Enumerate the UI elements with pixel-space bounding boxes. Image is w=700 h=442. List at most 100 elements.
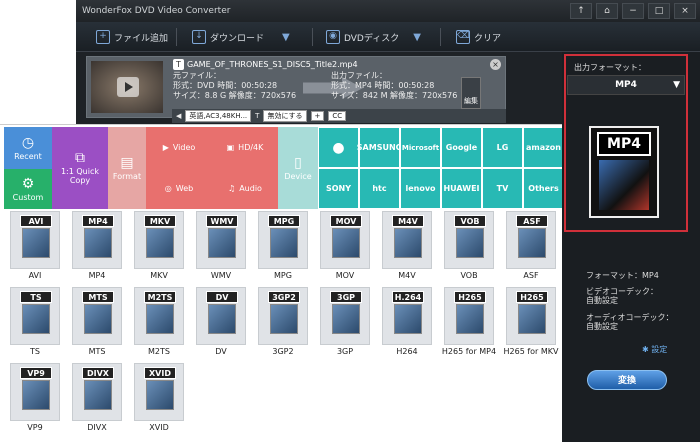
format-item-m4v[interactable]: M4V M4V [376,211,438,285]
chevron-down-icon[interactable]: ▼ [282,32,290,43]
format-label: MKV [150,271,168,280]
copy-icon: ⧉ [75,150,85,166]
format-icon-box: M4V [382,211,432,269]
brand-tv[interactable]: TV [482,168,523,209]
video-file-icon [332,304,360,334]
format-item-xvid[interactable]: XVID XVID [128,363,190,437]
cc-button[interactable]: CC [328,111,347,121]
brand-label: SAMSUNG [356,143,403,152]
format-item-ts[interactable]: TS TS [4,287,66,361]
gear-icon: ⚙ [21,175,35,192]
format-icon-box: MOV [320,211,370,269]
brand-label: LG [496,143,509,152]
format-item-3gp[interactable]: 3GP 3GP [314,287,376,361]
clock-icon: ◷ [21,134,35,151]
brand-sony[interactable]: SONY [318,168,359,209]
format-item-vp9[interactable]: VP9 VP9 [4,363,66,437]
format-item-vob[interactable]: VOB VOB [438,211,500,285]
format-item-h265-for-mp4[interactable]: H265 H265 for MP4 [438,287,500,361]
format-item-asf[interactable]: ASF ASF [500,211,562,285]
subtitle-select[interactable]: 無効にする [263,110,307,122]
add-file-button[interactable]: + ファイル追加 [96,27,168,47]
brand-others[interactable]: Others [523,168,564,209]
settings-link[interactable]: ✱ 設定 [642,344,667,355]
home-button[interactable]: ⌂ [596,3,618,19]
tab-format[interactable]: ▤ Format [108,127,146,209]
tab-recent[interactable]: ◷ Recent [4,127,52,169]
add-subtitle-button[interactable]: + [310,111,325,121]
brand-lg[interactable]: LG [482,127,523,168]
brand-lenovo[interactable]: lenovo [400,168,441,209]
format-label: MTS [88,347,106,356]
format-icon-box: 3GP2 [258,287,308,345]
format-tag: AVI [20,215,52,227]
source-format: 形式：DVD [173,81,215,90]
video-file-icon [518,304,546,334]
brand-huawei[interactable]: HUAWEI [441,168,482,209]
format-item-avi[interactable]: AVI AVI [4,211,66,285]
brand-label: SONY [325,184,352,193]
brand-htc[interactable]: htc [359,168,400,209]
video-file-icon [146,304,174,334]
brand-amazon[interactable]: amazon [523,127,564,168]
clear-button[interactable]: ⌫ クリア [456,27,501,47]
brand-label: Others [528,184,559,193]
close-button[interactable]: × [674,3,696,19]
tab-device[interactable]: ▯ Device [278,127,318,209]
gear-icon: ✱ [642,345,649,354]
format-item-mpg[interactable]: MPG MPG [252,211,314,285]
format-item-3gp2[interactable]: 3GP2 3GP2 [252,287,314,361]
format-item-mkv[interactable]: MKV MKV [128,211,190,285]
up-button[interactable]: ↑ [570,3,592,19]
minimize-button[interactable]: − [622,3,644,19]
download-button[interactable]: ↓ ダウンロード ▼ [192,27,290,47]
brand-label: amazon [526,143,561,152]
format-tag: MP4 [82,215,114,227]
format-tag: H.264 [392,291,424,303]
tab-web[interactable]: ◎ Web [146,168,212,209]
headphones-icon: ♫ [228,184,236,193]
video-file-icon [394,304,422,334]
format-item-m2ts[interactable]: M2TS M2TS [128,287,190,361]
video-file-icon [270,304,298,334]
tab-audio[interactable]: ♫ Audio [212,168,278,209]
add-file-icon: + [96,30,110,44]
brand-samsung[interactable]: SAMSUNG [356,127,403,168]
rename-icon[interactable]: T [173,59,184,70]
brand-apple[interactable]: ● [318,127,359,168]
format-tag: M2TS [144,291,176,303]
phone-icon: ▯ [294,154,302,171]
format-item-divx[interactable]: DIVX DIVX [66,363,128,437]
source-title: 元ファイル： [173,71,221,80]
video-thumbnail[interactable] [91,61,163,113]
source-resolution: 解像度：720x576 [228,91,297,100]
format-item-dv[interactable]: DV DV [190,287,252,361]
play-icon[interactable] [117,77,139,97]
maximize-button[interactable]: □ [648,3,670,19]
hd-icon: ▣ [226,143,235,152]
edit-button[interactable]: 編集 [461,77,481,109]
format-item-h264[interactable]: H.264 H264 [376,287,438,361]
chevron-down-icon[interactable]: ▼ [413,32,421,43]
tab-video[interactable]: ▶ Video [146,127,212,168]
tab-custom[interactable]: ⚙ Custom [4,169,52,209]
video-file-icon [22,304,50,334]
format-tag: MPG [268,215,300,227]
format-item-wmv[interactable]: WMV WMV [190,211,252,285]
convert-button[interactable]: 変換 [587,370,667,390]
subtitle-icon: T [255,112,260,120]
chrome-icon: ◎ [164,184,172,193]
brand-microsoft[interactable]: Microsoft [400,127,441,168]
format-item-mp4[interactable]: MP4 MP4 [66,211,128,285]
dvd-disc-button[interactable]: ◉ DVDディスク ▼ [326,27,421,47]
video-codec-value: 自動設定 [586,296,618,305]
format-item-h265-for-mkv[interactable]: H265 H265 for MKV [500,287,562,361]
format-item-mts[interactable]: MTS MTS [66,287,128,361]
tab-quick-copy[interactable]: ⧉ 1:1 Quick Copy [52,127,108,209]
tab-hd[interactable]: ▣ HD/4K [212,127,278,168]
audio-track-select[interactable]: 英語,AC3,48KH... [185,110,252,122]
output-size: サイズ：842 M [331,91,388,100]
format-item-mov[interactable]: MOV MOV [314,211,376,285]
remove-task-icon[interactable]: × [490,59,501,70]
brand-google[interactable]: Google [441,127,482,168]
